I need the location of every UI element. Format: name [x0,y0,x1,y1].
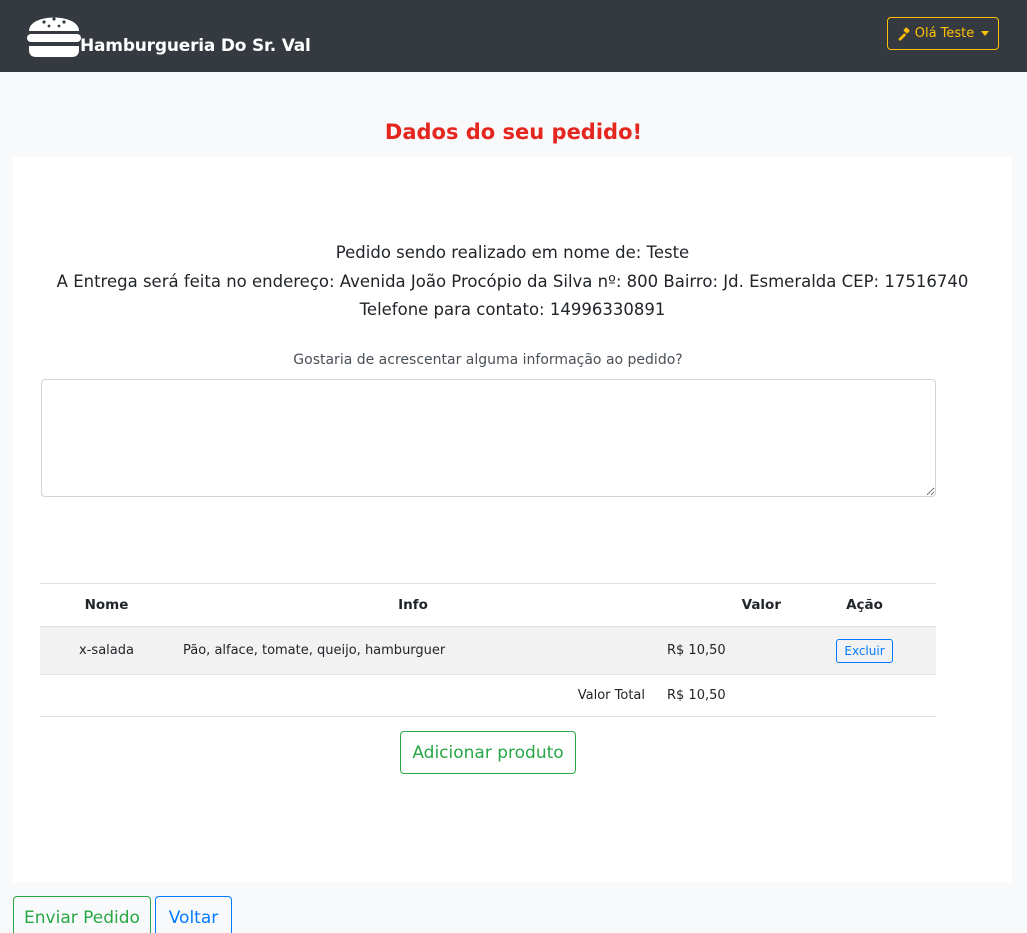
item-info: Pão, alface, tomate, queijo, hamburguer [173,626,653,675]
item-action-cell: Excluir [793,626,936,675]
send-order-button[interactable]: Enviar Pedido [13,896,151,933]
phone-line: Telefone para contato: 14996330891 [359,300,666,319]
user-menu-button[interactable]: Olá Teste [887,17,999,50]
hammer-icon [898,26,910,41]
header-acao: Ação [793,583,936,627]
header-info: Info [173,583,653,627]
brand-name[interactable]: Hamburgueria Do Sr. Val [80,36,311,56]
customer-name-line: Pedido sendo realizado em nome de: Teste [335,243,690,262]
chevron-down-icon [981,31,990,36]
item-price: R$ 10,50 [653,626,793,675]
navbar: Hamburgueria Do Sr. Val Olá Teste [0,0,1027,72]
total-empty-cell [40,674,173,717]
extra-info-label: Gostaria de acrescentar alguma informaçã… [293,352,683,368]
table-row: x-salada Pão, alface, tomate, queijo, ha… [40,626,936,675]
table-header-row: Nome Info Valor Ação [40,583,936,627]
delete-item-button[interactable]: Excluir [836,638,893,663]
item-name: x-salada [40,626,173,675]
hamburger-icon [27,17,81,57]
total-label: Valor Total [173,674,653,717]
delivery-address-line: A Entrega será feita no endereço: Avenid… [56,272,969,291]
page-title: Dados do seu pedido! [384,120,643,144]
total-value: R$ 10,50 [653,674,793,717]
header-nome: Nome [40,583,173,627]
order-table: Nome Info Valor Ação x-salada Pão, alfac… [40,583,936,717]
add-product-button[interactable]: Adicionar produto [400,731,576,774]
header-valor: Valor [653,583,793,627]
total-empty-cell-action [793,674,936,717]
back-button[interactable]: Voltar [155,896,232,933]
user-menu-label: Olá Teste [914,26,975,41]
extra-info-textarea[interactable] [41,379,936,497]
table-total-row: Valor Total R$ 10,50 [40,674,936,717]
